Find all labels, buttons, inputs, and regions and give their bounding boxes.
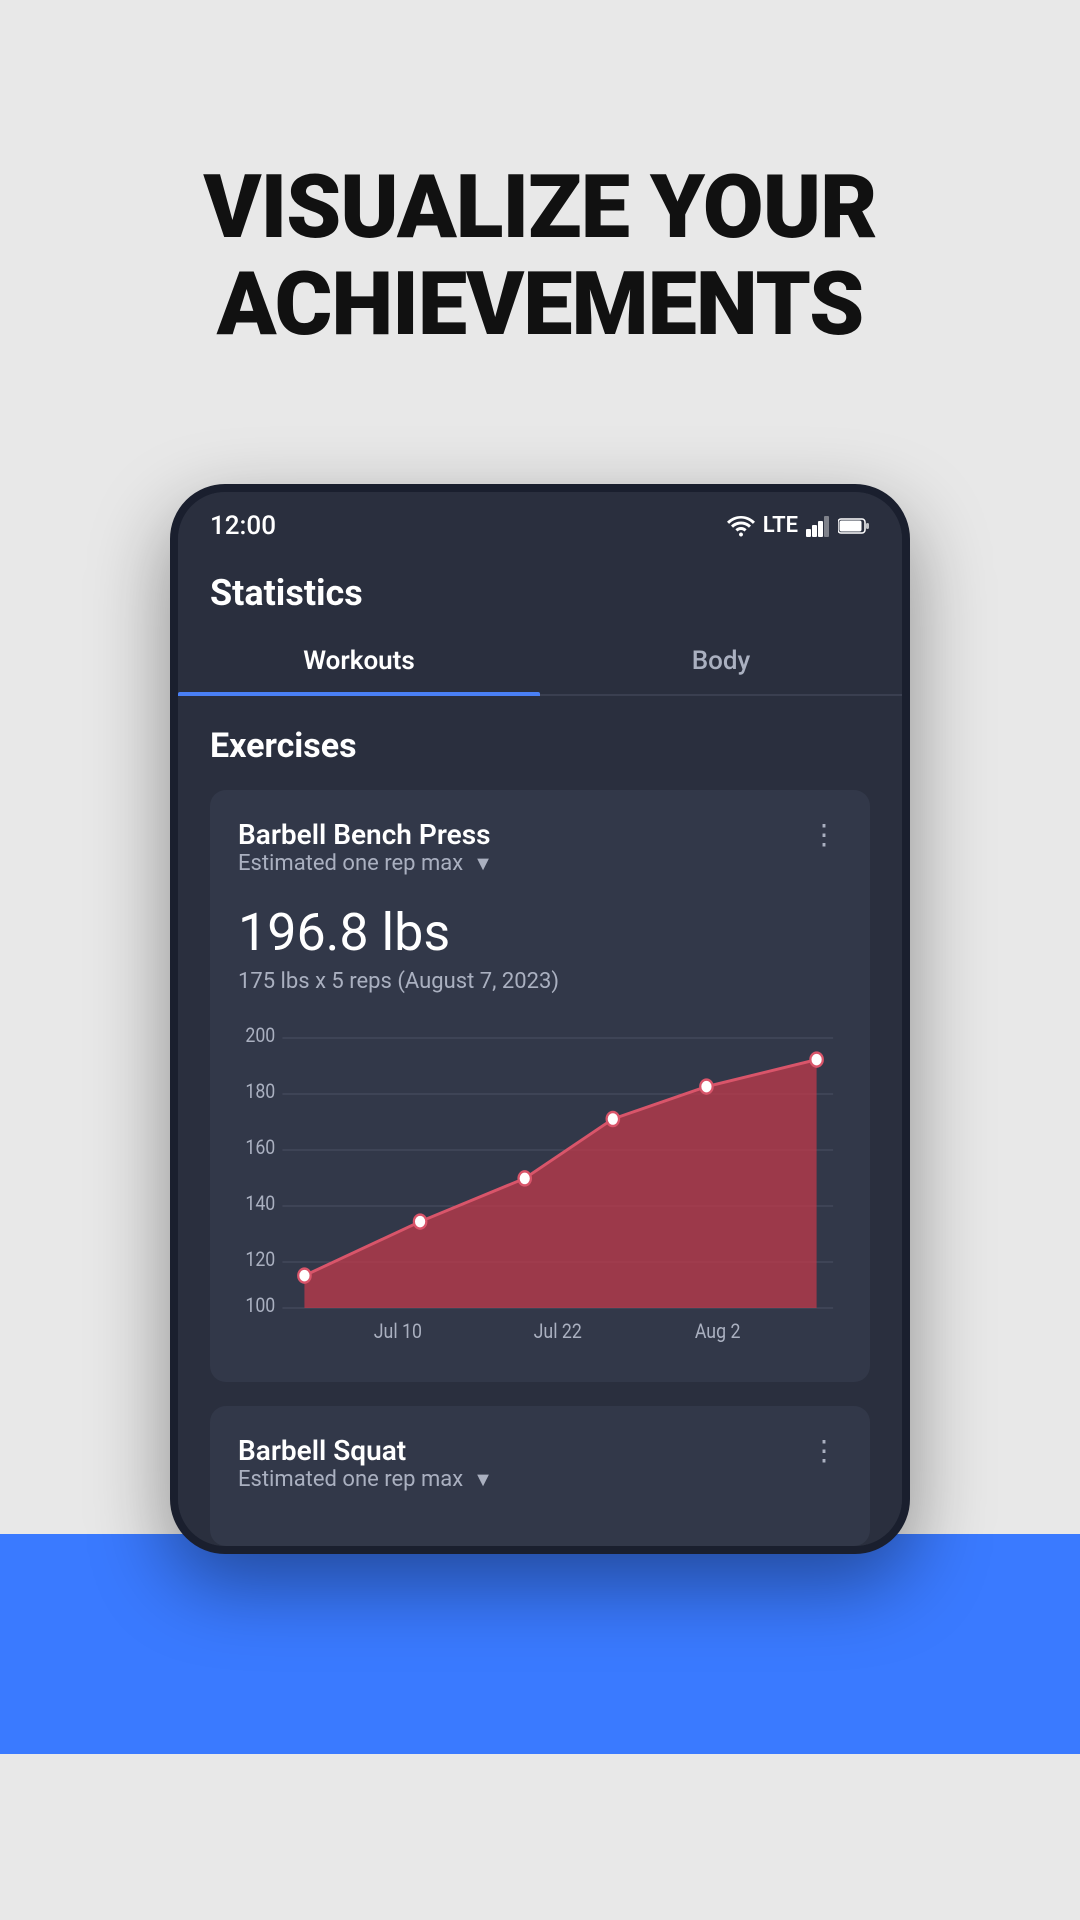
exercise-card-2: Barbell Squat Estimated one rep max ▼ ⋮ (210, 1406, 870, 1546)
more-options-button[interactable]: ⋮ (806, 818, 842, 851)
svg-text:100: 100 (245, 1293, 275, 1317)
exercise-2-metric-label: Estimated one rep max (238, 1467, 463, 1492)
signal-icon (806, 515, 830, 537)
battery-icon (838, 517, 870, 535)
svg-text:120: 120 (245, 1247, 275, 1271)
svg-text:140: 140 (245, 1191, 275, 1215)
more-options-2-button[interactable]: ⋮ (806, 1434, 842, 1467)
svg-text:200: 200 (245, 1023, 275, 1047)
phone-frame: 12:00 LTE (170, 484, 910, 1554)
exercise-name: Barbell Bench Press (238, 818, 493, 851)
exercise-card-1: Barbell Bench Press Estimated one rep ma… (210, 790, 870, 1382)
svg-text:180: 180 (245, 1079, 275, 1103)
lte-label: LTE (763, 513, 798, 538)
exercise-card-2-header: Barbell Squat Estimated one rep max ▼ ⋮ (238, 1434, 842, 1512)
exercise-value-sub: 175 lbs x 5 reps (August 7, 2023) (238, 969, 842, 994)
svg-text:Jul 22: Jul 22 (534, 1319, 582, 1343)
exercise-chart: 200 180 160 140 120 100 (238, 1018, 842, 1358)
tabs-container: Workouts Body (178, 624, 902, 696)
exercises-section-title: Exercises (210, 726, 870, 766)
exercise-metric-row: Estimated one rep max ▼ (238, 851, 493, 876)
hero-section: VISUALIZE YOUR ACHIEVEMENTS (83, 80, 996, 424)
exercise-2-metric-row: Estimated one rep max ▼ (238, 1467, 493, 1492)
exercise-metric-label: Estimated one rep max (238, 851, 463, 876)
svg-text:Aug 2: Aug 2 (695, 1319, 741, 1343)
svg-text:160: 160 (245, 1135, 275, 1159)
tab-body[interactable]: Body (540, 624, 902, 694)
exercise-value-large: 196.8 lbs (238, 902, 842, 963)
exercise-2-name: Barbell Squat (238, 1434, 493, 1467)
dropdown-arrow-2-icon[interactable]: ▼ (473, 1467, 493, 1492)
chart-container: 200 180 160 140 120 100 (238, 1018, 842, 1358)
status-icons: LTE (727, 513, 870, 538)
svg-text:Jul 10: Jul 10 (374, 1319, 422, 1343)
app-bar: Statistics (178, 550, 902, 624)
blue-bg-section (0, 1534, 1080, 1754)
status-bar: 12:00 LTE (178, 492, 902, 550)
app-bar-title: Statistics (210, 572, 870, 614)
exercise-card-header: Barbell Bench Press Estimated one rep ma… (238, 818, 842, 896)
tab-workouts[interactable]: Workouts (178, 624, 540, 694)
status-time: 12:00 (210, 511, 276, 541)
phone-wrapper: 12:00 LTE (170, 484, 910, 1554)
hero-title: VISUALIZE YOUR ACHIEVEMENTS (143, 160, 936, 354)
dropdown-arrow-icon[interactable]: ▼ (473, 851, 493, 876)
wifi-icon (727, 515, 755, 537)
content-area: Exercises Barbell Bench Press Estimated … (178, 696, 902, 1546)
